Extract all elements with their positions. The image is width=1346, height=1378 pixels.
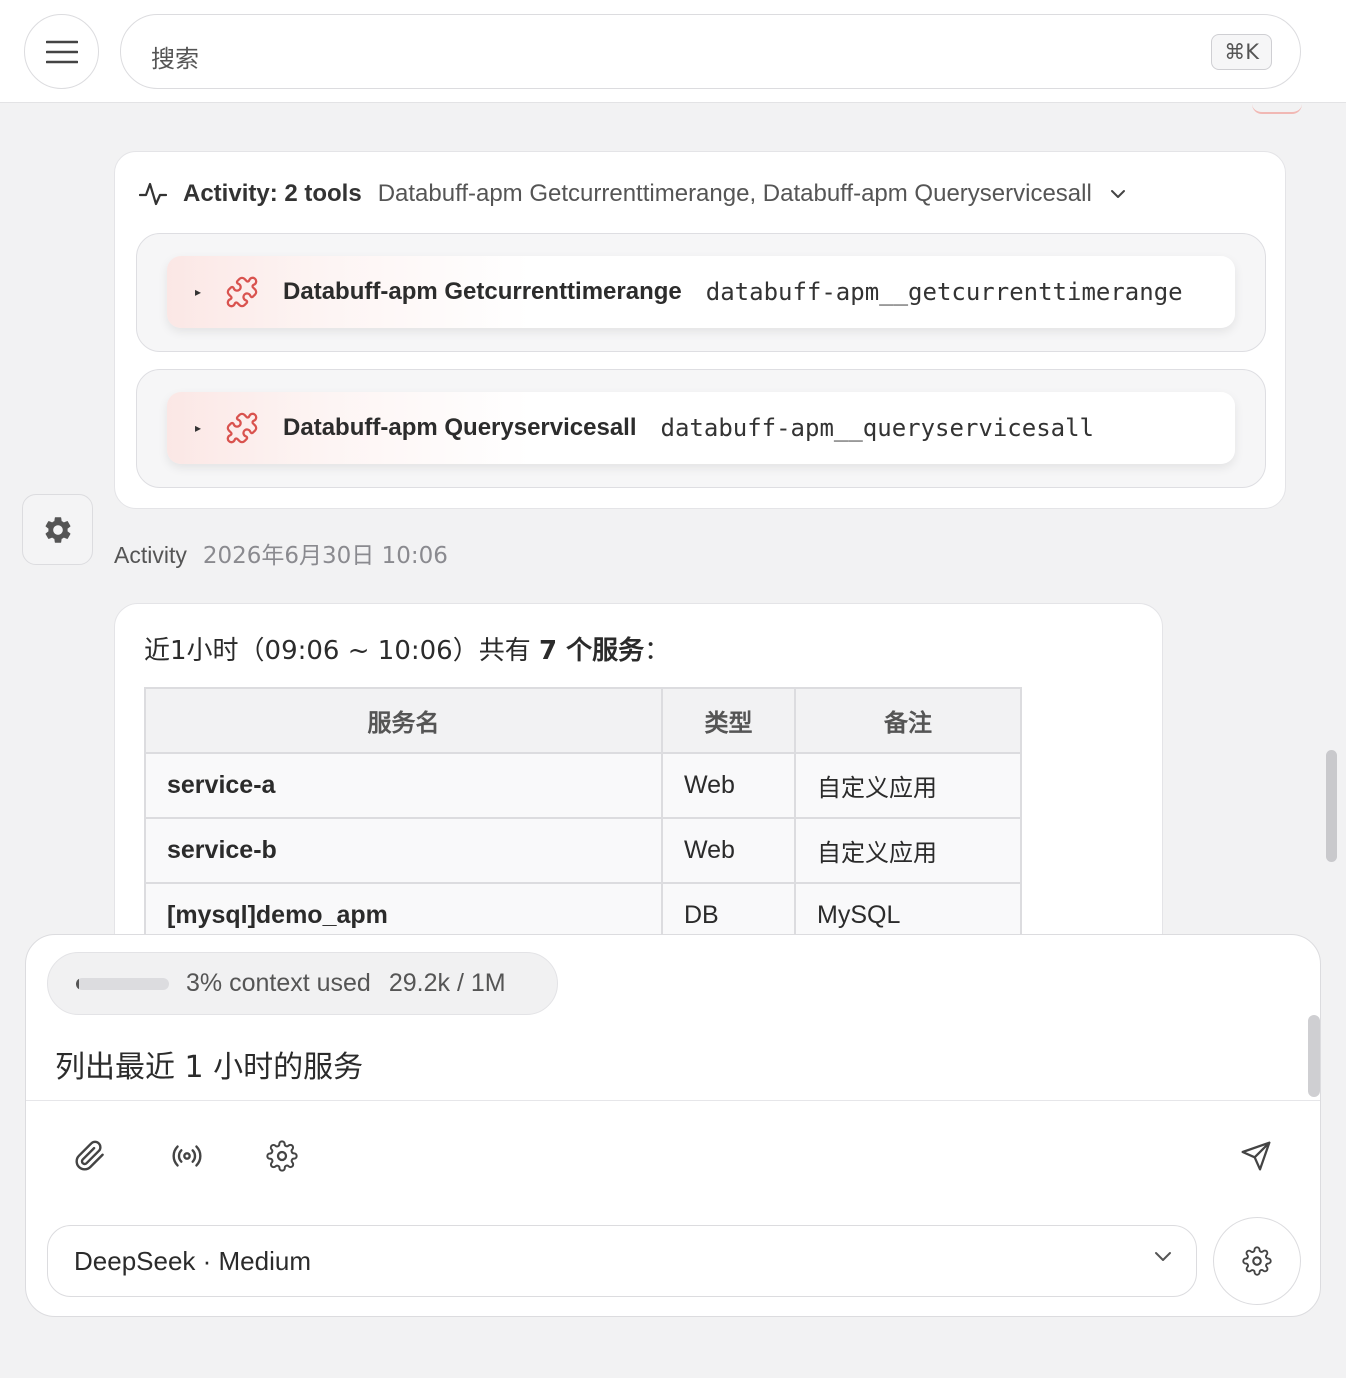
tool-call-container: ▸ Databuff-apm Getcurrenttimerange datab… bbox=[136, 233, 1266, 352]
activity-header[interactable]: Activity: 2 tools Databuff-apm Getcurren… bbox=[139, 178, 1126, 210]
column-header: 服务名 bbox=[144, 687, 663, 754]
table-cell: 自定义应用 bbox=[794, 817, 1022, 884]
table-cell: Web bbox=[661, 752, 796, 819]
table-cell: Web bbox=[661, 817, 796, 884]
table-cell: service-a bbox=[144, 752, 663, 819]
tool-id: databuff-apm__queryservicesall bbox=[660, 414, 1094, 442]
search-placeholder: 搜索 bbox=[151, 45, 199, 73]
chevron-down-icon[interactable] bbox=[1110, 189, 1126, 199]
scrolled-element-edge bbox=[1252, 104, 1302, 114]
composer-divider bbox=[26, 1100, 1320, 1101]
send-icon[interactable] bbox=[1240, 1140, 1272, 1172]
tool-name: Databuff-apm Queryservicesall bbox=[283, 414, 637, 441]
gear-icon bbox=[1242, 1246, 1272, 1276]
context-progress-fill bbox=[76, 977, 79, 990]
tool-name: Databuff-apm Getcurrenttimerange bbox=[283, 278, 682, 305]
expand-triangle-icon[interactable]: ▸ bbox=[195, 421, 201, 435]
message-input[interactable]: 列出最近 1 小时的服务 bbox=[55, 1042, 363, 1086]
intro-suffix: ： bbox=[644, 636, 671, 666]
tool-call-container: ▸ Databuff-apm Queryservicesall databuff… bbox=[136, 369, 1266, 488]
composer: 3% context used 29.2k / 1M 列出最近 1 小时的服务 … bbox=[25, 934, 1321, 1317]
avatar bbox=[22, 494, 93, 565]
message-author: Activity bbox=[114, 542, 187, 568]
context-progress-bar bbox=[76, 977, 169, 990]
context-percent: 3% context used bbox=[186, 969, 371, 997]
activity-summary: Databuff-apm Getcurrenttimerange, Databu… bbox=[377, 180, 1092, 207]
context-usage-pill[interactable]: 3% context used 29.2k / 1M bbox=[47, 952, 558, 1015]
chevron-down-icon bbox=[1155, 1252, 1171, 1261]
message-meta: Activity 2026年6月30日 10:06 bbox=[114, 536, 448, 570]
message-timestamp: 2026年6月30日 10:06 bbox=[202, 543, 448, 569]
message-intro: 近1小时（09:06 ~ 10:06）共有 7 个服务： bbox=[144, 630, 670, 667]
page-scrollbar[interactable] bbox=[1326, 750, 1337, 862]
gear-icon bbox=[45, 516, 70, 543]
services-table: 服务名 类型 备注 service-a Web 自定义应用 service-b … bbox=[144, 687, 1022, 949]
broadcast-icon[interactable] bbox=[171, 1140, 203, 1172]
table-header-row: 服务名 类型 备注 bbox=[144, 687, 1022, 754]
menu-button[interactable] bbox=[24, 14, 99, 89]
model-label: DeepSeek · Medium bbox=[74, 1246, 311, 1276]
table-cell: service-b bbox=[144, 817, 663, 884]
shortcut-badge: ⌘K bbox=[1211, 34, 1272, 70]
top-bar: 搜索 ⌘K bbox=[0, 0, 1346, 103]
model-settings-button[interactable] bbox=[1213, 1217, 1301, 1305]
tool-call-row[interactable]: ▸ Databuff-apm Getcurrenttimerange datab… bbox=[167, 256, 1235, 328]
activity-title: Activity: 2 tools bbox=[183, 180, 362, 207]
column-header: 备注 bbox=[794, 687, 1022, 754]
hamburger-icon bbox=[45, 40, 78, 63]
activity-pulse-icon bbox=[139, 182, 167, 206]
tool-call-row[interactable]: ▸ Databuff-apm Queryservicesall databuff… bbox=[167, 392, 1235, 464]
puzzle-icon bbox=[226, 276, 258, 308]
context-tokens: 29.2k / 1M bbox=[388, 969, 506, 997]
table-cell: 自定义应用 bbox=[794, 752, 1022, 819]
search-input[interactable]: 搜索 ⌘K bbox=[120, 14, 1301, 89]
expand-triangle-icon[interactable]: ▸ bbox=[195, 285, 201, 299]
intro-prefix: 近1小时（09:06 ~ 10:06）共有 bbox=[144, 636, 539, 666]
gear-icon[interactable] bbox=[266, 1140, 298, 1172]
table-row: service-a Web 自定义应用 bbox=[144, 752, 1022, 819]
composer-scrollbar[interactable] bbox=[1308, 1015, 1320, 1097]
intro-count: 7 个服务 bbox=[538, 636, 645, 666]
puzzle-icon bbox=[226, 412, 258, 444]
model-select[interactable]: DeepSeek · Medium bbox=[47, 1225, 1197, 1297]
column-header: 类型 bbox=[661, 687, 796, 754]
table-row: service-b Web 自定义应用 bbox=[144, 817, 1022, 884]
paperclip-icon[interactable] bbox=[74, 1140, 106, 1172]
tool-id: databuff-apm__getcurrenttimerange bbox=[705, 278, 1183, 306]
activity-card: Activity: 2 tools Databuff-apm Getcurren… bbox=[114, 151, 1286, 509]
